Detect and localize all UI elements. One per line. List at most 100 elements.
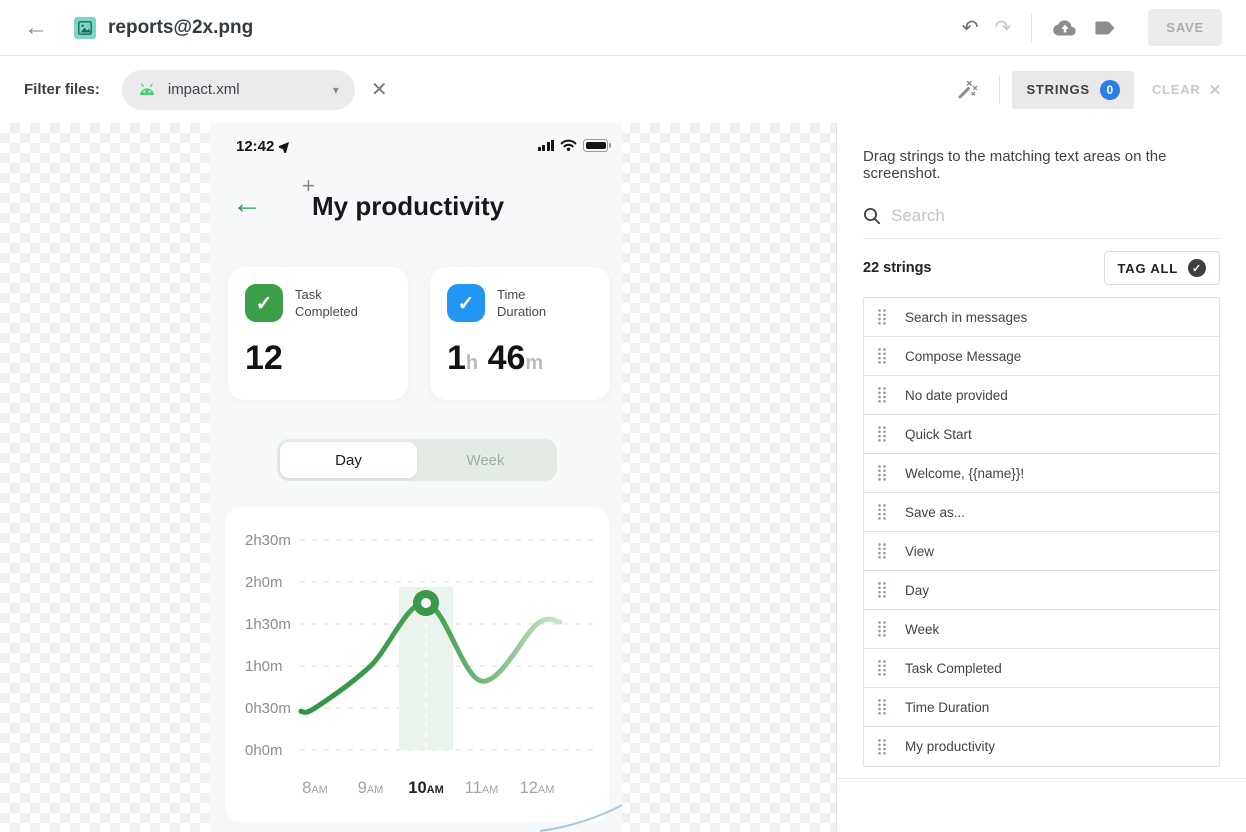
time-duration-label: TimeDuration (497, 284, 546, 322)
upload-button[interactable] (1044, 14, 1086, 42)
string-list-item[interactable]: Welcome, {{name}}! (864, 454, 1219, 493)
tag-icon (1094, 19, 1118, 37)
save-button[interactable]: SAVE (1148, 9, 1222, 46)
file-filter-select[interactable]: impact.xml ▾ (122, 70, 355, 110)
search-row (863, 206, 1220, 239)
string-list-item[interactable]: My productivity (864, 727, 1219, 766)
filter-files-label: Filter files: (24, 81, 100, 98)
string-list-item[interactable]: Save as... (864, 493, 1219, 532)
drag-handle-icon[interactable] (877, 425, 887, 443)
editor-canvas: 12:42 ← + (0, 123, 836, 832)
task-completed-label: TaskCompleted (295, 284, 358, 322)
svg-text:2h30m: 2h30m (245, 532, 291, 549)
magic-wand-icon (955, 78, 979, 102)
drag-handle-icon[interactable] (877, 503, 887, 521)
drag-handle-icon[interactable] (877, 464, 887, 482)
string-label: No date provided (905, 388, 1008, 403)
string-label: Compose Message (905, 349, 1021, 364)
search-input[interactable] (891, 206, 1220, 226)
selected-file-name: impact.xml (168, 81, 333, 98)
productivity-line-chart: 2h30m2h0m1h30m1h0m0h30m0h0m8AM9AM10AM11A… (225, 507, 609, 822)
stray-chart-line (540, 803, 622, 832)
location-arrow-icon (279, 140, 291, 153)
green-check-icon: ✓ (245, 284, 283, 322)
drag-handle-icon[interactable] (877, 659, 887, 677)
back-button[interactable]: ← (24, 16, 48, 40)
drag-handle-icon[interactable] (877, 698, 887, 716)
toggle-day-option[interactable]: Day (280, 442, 417, 478)
string-list-item[interactable]: View (864, 532, 1219, 571)
productivity-chart-card: 2h30m2h0m1h30m1h0m0h30m0h0m8AM9AM10AM11A… (225, 507, 609, 822)
string-label: Time Duration (905, 700, 989, 715)
drag-handle-icon[interactable] (877, 308, 887, 326)
phone-screen-title: My productivity (312, 191, 504, 222)
day-week-toggle: Day Week (277, 439, 557, 481)
time-duration-value: 1h 46m (447, 339, 543, 378)
phone-screenshot[interactable]: 12:42 ← + (210, 123, 622, 832)
android-icon (138, 83, 156, 96)
filterbar-divider (999, 76, 1000, 104)
phone-back-arrow-icon: ← (232, 189, 262, 219)
drag-handle-icon[interactable] (877, 620, 887, 638)
strings-panel: Drag strings to the matching text areas … (836, 123, 1246, 832)
drag-handle-icon[interactable] (877, 347, 887, 365)
string-list-item[interactable]: No date provided (864, 376, 1219, 415)
toolbar-divider (1031, 14, 1032, 42)
tag-button[interactable] (1086, 15, 1126, 41)
tag-all-button[interactable]: TAG ALL ✓ (1104, 251, 1220, 285)
redo-icon: ↷ (995, 15, 1012, 40)
svg-text:0h0m: 0h0m (245, 742, 283, 759)
clear-tags-button[interactable]: CLEAR ✕ (1152, 81, 1222, 99)
signal-strength-icon (538, 140, 555, 151)
undo-button[interactable]: ↶ (954, 11, 987, 44)
toggle-week-option[interactable]: Week (417, 442, 554, 478)
clear-button-label: CLEAR (1152, 82, 1201, 97)
svg-text:9AM: 9AM (358, 779, 384, 797)
strings-toggle-button[interactable]: STRINGS 0 (1012, 71, 1133, 109)
task-completed-value: 12 (245, 339, 283, 378)
panel-divider (837, 778, 1246, 779)
blue-check-icon: ✓ (447, 284, 485, 322)
drag-handle-icon[interactable] (877, 581, 887, 599)
app-window: ← reports@2x.png ↶ ↷ SAV (0, 0, 1246, 832)
string-label: Quick Start (905, 427, 972, 442)
string-list: Search in messages Compose Message No da… (863, 297, 1220, 767)
string-label: Week (905, 622, 939, 637)
document-title: reports@2x.png (108, 17, 253, 39)
string-list-item[interactable]: Week (864, 610, 1219, 649)
string-label: My productivity (905, 739, 995, 754)
drag-handle-icon[interactable] (877, 386, 887, 404)
task-completed-card: ✓ TaskCompleted 12 (228, 267, 408, 400)
top-bar: ← reports@2x.png ↶ ↷ SAV (0, 0, 1246, 56)
auto-tag-wand-button[interactable] (947, 74, 987, 106)
status-bar-left: 12:42 (236, 138, 291, 155)
svg-text:11AM: 11AM (465, 779, 499, 797)
undo-icon: ↶ (962, 15, 979, 40)
svg-text:2h0m: 2h0m (245, 574, 283, 591)
drag-handle-icon[interactable] (877, 542, 887, 560)
svg-text:1h0m: 1h0m (245, 658, 283, 675)
string-list-item[interactable]: Task Completed (864, 649, 1219, 688)
status-time: 12:42 (236, 138, 274, 155)
drag-handle-icon[interactable] (877, 738, 887, 756)
string-list-item[interactable]: Search in messages (864, 298, 1219, 337)
strings-button-label: STRINGS (1026, 82, 1089, 97)
tagged-count-badge: 0 (1100, 80, 1120, 100)
svg-text:10AM: 10AM (408, 779, 443, 797)
string-label: Welcome, {{name}}! (905, 466, 1024, 481)
string-list-item[interactable]: Time Duration (864, 688, 1219, 727)
check-circle-icon: ✓ (1188, 259, 1206, 277)
clear-x-icon: ✕ (1209, 81, 1222, 99)
chevron-down-icon: ▾ (333, 83, 339, 97)
editor-content: 12:42 ← + (0, 123, 1246, 832)
clear-file-filter-button[interactable]: ✕ (371, 77, 388, 102)
redo-button[interactable]: ↷ (987, 11, 1020, 44)
svg-text:12AM: 12AM (520, 779, 555, 797)
string-list-item[interactable]: Compose Message (864, 337, 1219, 376)
filter-bar: Filter files: impact.xml ▾ ✕ STRIN (0, 56, 1246, 123)
string-list-item[interactable]: Day (864, 571, 1219, 610)
string-list-item[interactable]: Quick Start (864, 415, 1219, 454)
string-label: View (905, 544, 934, 559)
battery-icon (583, 139, 608, 152)
status-bar-right (538, 139, 609, 152)
